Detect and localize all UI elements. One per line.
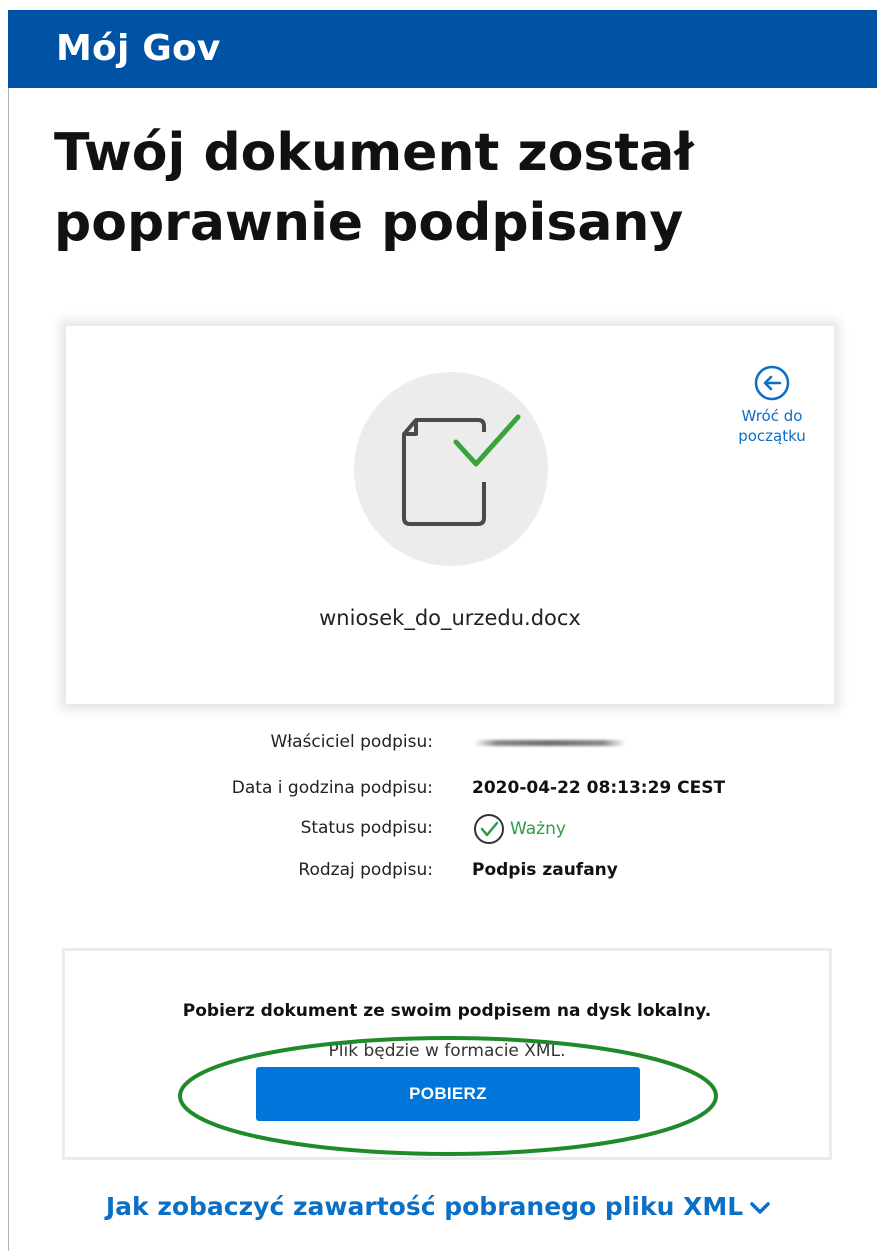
date-value: 2020-04-22 08:13:29 CEST: [472, 778, 726, 798]
page-title: Twój dokument został poprawnie podpisany: [54, 123, 694, 253]
xml-help-label: Jak zobaczyć zawartość pobranego pliku X…: [105, 1192, 744, 1221]
redacted-owner-value: [474, 740, 626, 746]
download-title: Pobierz dokument ze swoim podpisem na dy…: [182, 1001, 712, 1021]
owner-row: Właściciel podpisu:: [0, 732, 877, 762]
back-to-start-label: Wróć do początku: [738, 407, 806, 445]
type-label: Rodzaj podpisu:: [298, 860, 433, 880]
download-subtitle: Plik będzie w formacie XML.: [328, 1041, 566, 1061]
brand-logo-text[interactable]: Mój Gov: [56, 28, 221, 69]
back-to-start-link[interactable]: Wróć do początku: [734, 364, 810, 446]
type-row: Rodzaj podpisu: Podpis zaufany: [0, 860, 877, 890]
signed-file-name: wniosek_do_urzedu.docx: [319, 606, 581, 630]
date-label: Data i godzina podpisu:: [231, 778, 433, 798]
top-header-bar: Mój Gov: [8, 10, 877, 88]
status-label: Status podpisu:: [300, 818, 433, 838]
date-row: Data i godzina podpisu: 2020-04-22 08:13…: [0, 778, 877, 808]
status-value: Ważny: [510, 819, 566, 839]
download-panel: Pobierz dokument ze swoim podpisem na dy…: [62, 948, 832, 1160]
check-circle-icon: [474, 814, 504, 844]
xml-help-link[interactable]: Jak zobaczyć zawartość pobranego pliku X…: [0, 1192, 877, 1221]
arrow-left-circle-icon: [754, 365, 790, 401]
document-icon-circle: [354, 372, 548, 566]
signed-document-card: Wróć do początku wniosek_do_urzedu.docx: [66, 326, 834, 704]
owner-label: Właściciel podpisu:: [270, 732, 434, 752]
chevron-down-icon: [750, 1202, 770, 1214]
type-value: Podpis zaufany: [472, 860, 618, 880]
document-check-icon: [402, 414, 522, 526]
status-row: Status podpisu: Ważny: [0, 814, 877, 848]
download-button[interactable]: POBIERZ: [256, 1067, 640, 1121]
page-left-border: [8, 10, 9, 1251]
status-value-wrap: Ważny: [472, 812, 566, 846]
